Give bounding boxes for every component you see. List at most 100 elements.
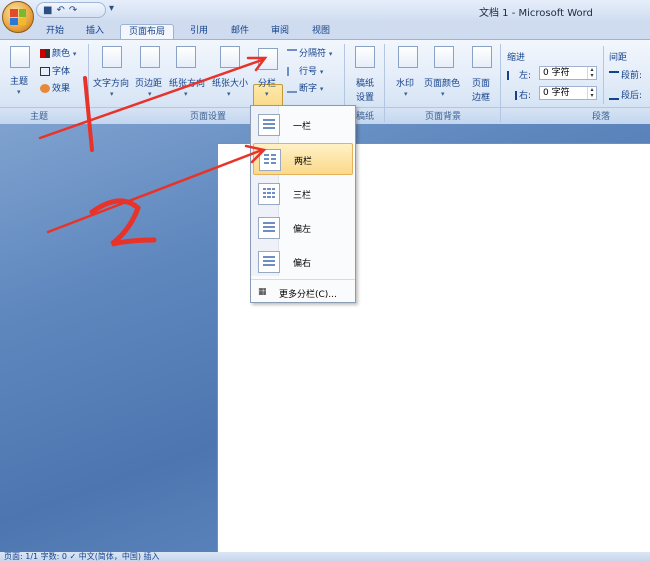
orientation-dropdown-icon[interactable]: ▾ (184, 90, 188, 98)
spacing-label: 间距 (609, 53, 628, 63)
tab-insert[interactable]: 插入 (80, 24, 110, 39)
page-color-dropdown-icon[interactable]: ▾ (441, 90, 445, 98)
group-separator (603, 46, 604, 104)
group-label-paragraph: 段落 (592, 112, 611, 122)
size-dropdown-icon[interactable]: ▾ (227, 90, 231, 98)
watermark-icon[interactable] (398, 46, 418, 68)
left-column-icon (258, 217, 280, 239)
title-bar: ■ ↶ ↷ ▾ 文档 1 - Microsoft Word (0, 0, 650, 22)
columns-menu: 一栏 两栏 三栏 偏左 偏右 ▦ 更多分栏(C)... (250, 105, 356, 303)
margins-dropdown-icon[interactable]: ▾ (148, 90, 152, 98)
quick-access-toolbar: ■ ↶ ↷ (36, 2, 106, 18)
page-borders-label-2[interactable]: 边框 (472, 90, 490, 103)
watermark-brand: 搜狗指南 (507, 484, 611, 512)
tab-page-layout[interactable]: 页面布局 (120, 24, 174, 39)
page-color-icon[interactable] (434, 46, 454, 68)
colors-icon (40, 49, 50, 58)
tab-review[interactable]: 审阅 (265, 24, 295, 39)
hyphenation-icon (287, 84, 297, 93)
spacing-after-label: 段后: (609, 88, 642, 101)
spacing-before-icon (609, 71, 619, 80)
line-numbers-button[interactable]: 行号 ▾ (287, 64, 323, 77)
columns-icon[interactable] (258, 48, 278, 70)
spinner-icon[interactable]: ▴ ▾ (587, 67, 596, 79)
undo-icon[interactable]: ↶ (56, 5, 64, 16)
breaks-button[interactable]: 分隔符 ▾ (287, 46, 332, 59)
group-label-page-background: 页面背景 (425, 112, 462, 122)
menu-item-more-columns[interactable]: ▦ 更多分栏(C)... (253, 284, 353, 300)
orientation-icon[interactable] (176, 46, 196, 68)
window-title: 文档 1 - Microsoft Word (479, 8, 593, 19)
fonts-icon (40, 67, 50, 76)
manuscript-label-1[interactable]: 稿纸 (356, 76, 374, 89)
menu-divider (251, 279, 355, 280)
size-button[interactable]: 纸张大小 (212, 76, 248, 89)
columns-button[interactable]: 分栏 (258, 76, 276, 89)
menu-item-left[interactable]: 偏左 (253, 212, 353, 244)
page-borders-icon[interactable] (472, 46, 492, 68)
tab-view[interactable]: 视图 (306, 24, 336, 39)
group-label-themes: 主题 (30, 112, 49, 122)
right-column-icon (258, 251, 280, 273)
page-borders-label-1[interactable]: 页面 (472, 76, 490, 89)
text-direction-icon[interactable] (102, 46, 122, 68)
theme-fonts-button[interactable]: 字体 (40, 64, 70, 77)
text-direction-dropdown-icon[interactable]: ▾ (110, 90, 114, 98)
redo-icon[interactable]: ↷ (69, 5, 77, 16)
watermark-button[interactable]: 水印 (396, 76, 414, 89)
spacing-before-label: 段前: (609, 68, 642, 81)
size-icon[interactable] (220, 46, 240, 68)
group-separator (500, 44, 501, 122)
watermark-dropdown-icon[interactable]: ▾ (404, 90, 408, 98)
indent-left-input[interactable]: 0 字符 ▴ ▾ (539, 66, 597, 80)
group-separator (88, 44, 89, 122)
tab-references[interactable]: 引用 (184, 24, 214, 39)
effects-icon (40, 84, 50, 93)
manuscript-label-2[interactable]: 设置 (356, 90, 374, 103)
columns-dropdown-icon[interactable]: ▾ (265, 90, 269, 98)
one-column-icon (258, 114, 280, 136)
hyphenation-button[interactable]: 断字 ▾ (287, 81, 323, 94)
theme-colors-button[interactable]: 颜色 ▾ (40, 46, 76, 59)
manuscript-icon[interactable] (355, 46, 375, 68)
margins-icon[interactable] (140, 46, 160, 68)
watermark-url: zhinan.sogou.com (472, 517, 582, 531)
group-separator (384, 44, 385, 122)
customize-toolbar-icon[interactable]: ▾ (109, 3, 114, 14)
tab-mailings[interactable]: 邮件 (225, 24, 255, 39)
indent-left-icon (507, 71, 517, 80)
themes-button[interactable]: 主题 (10, 74, 28, 87)
menu-item-right[interactable]: 偏右 (253, 246, 353, 278)
page-color-button[interactable]: 页面颜色 (424, 76, 460, 89)
ribbon-tabs: 开始 插入 页面布局 引用 邮件 审阅 视图 (0, 22, 650, 39)
save-icon[interactable]: ■ (43, 5, 52, 16)
indent-label: 缩进 (507, 53, 526, 63)
indent-right-label: 右: (507, 88, 531, 101)
text-direction-button[interactable]: 文字方向 (93, 76, 129, 89)
sogou-logo-icon (470, 478, 500, 508)
menu-item-three-columns[interactable]: 三栏 (253, 178, 353, 210)
themes-dropdown-icon[interactable]: ▾ (17, 88, 21, 96)
two-columns-icon (259, 149, 281, 171)
indent-right-icon (507, 91, 517, 100)
themes-icon[interactable] (10, 46, 30, 68)
three-columns-icon (258, 183, 280, 205)
group-label-manuscript: 稿纸 (356, 112, 375, 122)
breaks-icon (287, 49, 297, 58)
spinner-icon[interactable]: ▴ ▾ (587, 87, 596, 99)
menu-item-two-columns[interactable]: 两栏 (253, 143, 353, 175)
orientation-button[interactable]: 纸张方向 (169, 76, 205, 89)
line-numbers-icon (287, 67, 297, 76)
menu-item-one-column[interactable]: 一栏 (253, 109, 353, 141)
margins-button[interactable]: 页边距 (135, 76, 162, 89)
tab-home[interactable]: 开始 (38, 24, 72, 39)
indent-right-input[interactable]: 0 字符 ▴ ▾ (539, 86, 597, 100)
indent-left-label: 左: (507, 68, 531, 81)
spacing-after-icon (609, 91, 619, 100)
theme-effects-button[interactable]: 效果 (40, 81, 70, 94)
office-logo-icon (10, 9, 26, 25)
group-label-page-setup: 页面设置 (190, 112, 227, 122)
office-button[interactable] (2, 1, 34, 33)
status-bar: 页面: 1/1 字数: 0 ✓ 中文(简体，中国) 插入 (0, 552, 650, 562)
more-columns-icon: ▦ (258, 287, 267, 297)
